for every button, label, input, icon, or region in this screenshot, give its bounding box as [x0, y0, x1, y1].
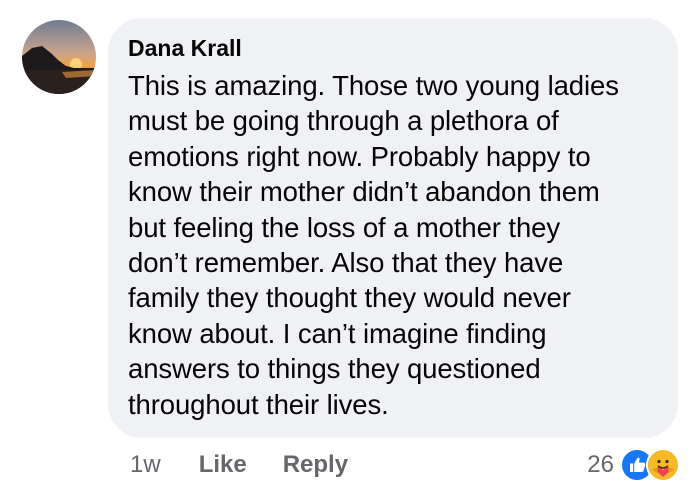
like-button[interactable]: Like [199, 451, 247, 479]
reactions-summary[interactable]: 26 [587, 448, 680, 482]
comment-line: throughout their lives. [128, 388, 389, 420]
comment-timestamp[interactable]: 1w [130, 451, 161, 479]
reaction-count: 26 [587, 451, 614, 478]
comment-line: answers to things they questioned [128, 353, 541, 385]
comment-line: know about. I can’t imagine finding [128, 317, 547, 349]
care-icon [646, 448, 680, 482]
comment-actions: 1w Like Reply [130, 448, 384, 482]
avatar[interactable] [22, 20, 96, 94]
comment-line: don’t remember. Also that they have [128, 247, 564, 279]
comment-line: know their mother didn’t abandon them [128, 176, 600, 208]
reply-button[interactable]: Reply [283, 451, 348, 479]
comment-line: must be going through a plethora of [128, 105, 559, 137]
comment-line: emotions right now. Probably happy to [128, 140, 591, 172]
avatar-sunset-image [22, 20, 96, 94]
comment-line: This is amazing. Those two young ladies [128, 70, 619, 101]
reaction-icons [620, 448, 680, 482]
comment-text: This is amazing. Those two young ladies … [128, 68, 656, 422]
comment-line: family they thought they would never [128, 282, 571, 314]
comment-bubble: Dana Krall This is amazing. Those two yo… [108, 18, 678, 438]
comment-line: but feeling the loss of a mother they [128, 211, 560, 243]
comment-author[interactable]: Dana Krall [128, 34, 656, 62]
